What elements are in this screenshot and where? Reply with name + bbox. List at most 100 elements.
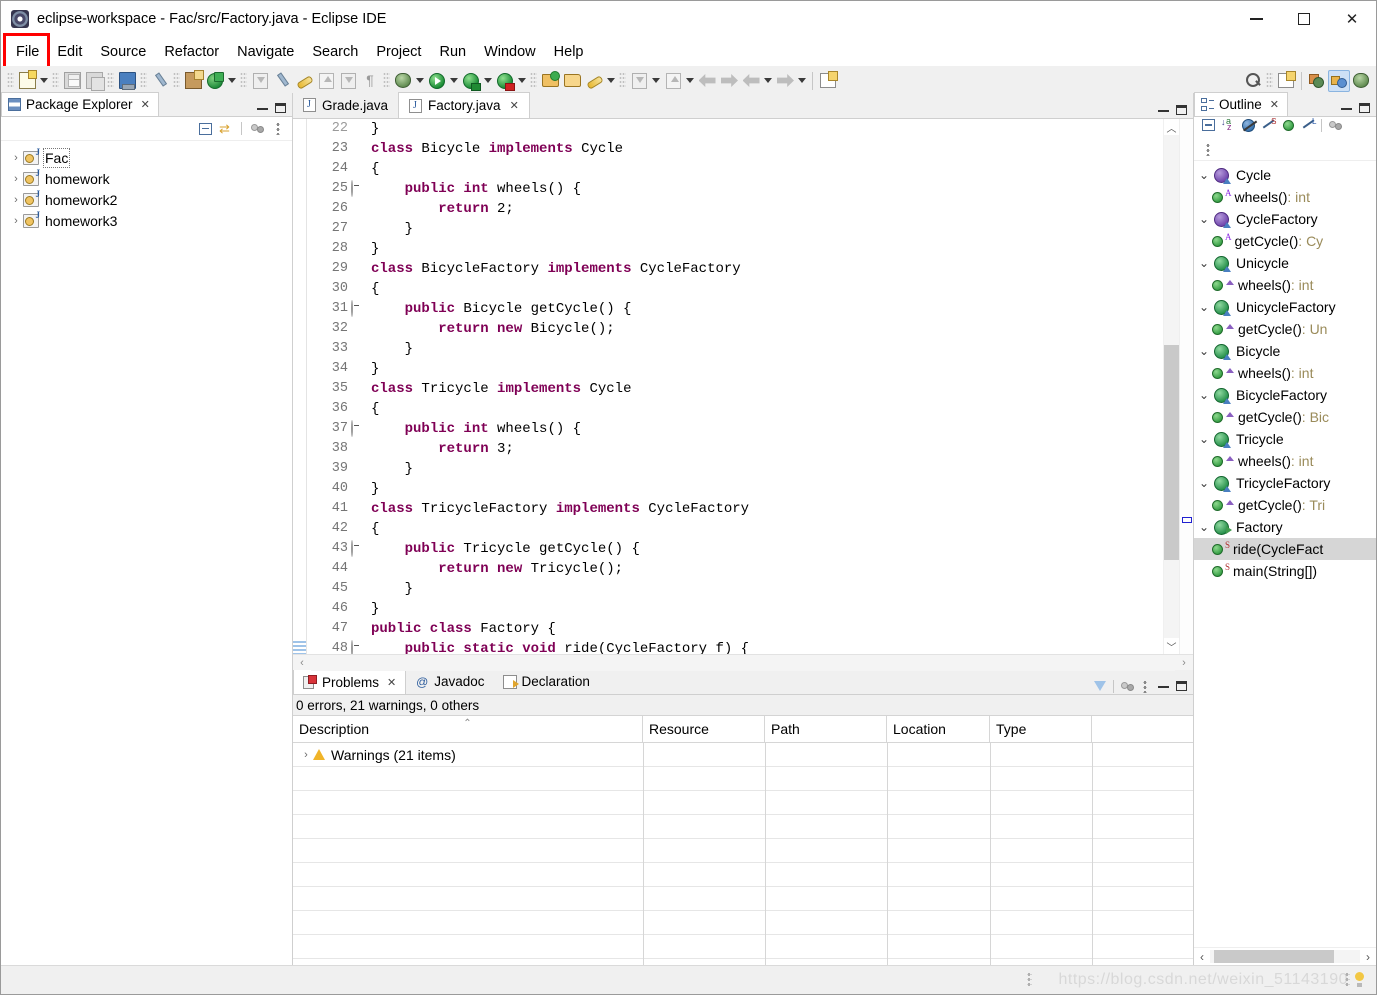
hide-nonpublic-icon[interactable] <box>1280 117 1296 133</box>
project-tree[interactable]: › Fac › homework › homework2 › h <box>1 141 292 965</box>
new-java-class-icon[interactable] <box>204 70 226 92</box>
previous-annotation-icon[interactable] <box>696 70 718 92</box>
overview-ruler[interactable] <box>1179 119 1193 654</box>
outline-type-row[interactable]: ⌄ BicycleFactory <box>1194 384 1376 406</box>
debug-dropdown-icon[interactable] <box>414 70 426 92</box>
twisty-icon[interactable]: ⌄ <box>1194 168 1214 182</box>
hide-fields-icon[interactable] <box>1240 117 1257 133</box>
toolbar-grip[interactable] <box>240 72 247 89</box>
menu-source[interactable]: Source <box>91 41 155 63</box>
tree-item-homework[interactable]: › homework <box>1 168 292 189</box>
outline-member-row[interactable]: getCycle() : Tri <box>1194 494 1376 516</box>
code-line[interactable]: return 3; <box>371 439 1163 459</box>
twisty-icon[interactable]: ⌄ <box>1194 432 1214 446</box>
column-header-path[interactable]: Path <box>765 716 887 742</box>
code-line[interactable]: } <box>371 339 1163 359</box>
code-line[interactable]: } <box>371 359 1163 379</box>
code-line[interactable]: class BicycleFactory implements CycleFac… <box>371 259 1163 279</box>
tab-declaration[interactable]: Declaration <box>494 669 599 694</box>
maximize-icon[interactable] <box>1173 102 1189 118</box>
outline-type-row[interactable]: ⌄ TricycleFactory <box>1194 472 1376 494</box>
minimize-icon[interactable] <box>1155 678 1171 694</box>
editor-horizontal-scrollbar[interactable]: ‹ › <box>293 654 1193 671</box>
link-with-editor-icon[interactable]: ⇄ <box>218 121 234 137</box>
maximize-icon[interactable] <box>1173 678 1189 694</box>
outline-type-row[interactable]: ⌄ CycleFactory <box>1194 208 1376 230</box>
import-icon[interactable] <box>628 70 650 92</box>
twisty-icon[interactable]: › <box>9 194 23 206</box>
twisty-icon[interactable]: › <box>9 152 23 164</box>
folding-ruler[interactable] <box>351 119 367 657</box>
import-dropdown-icon[interactable] <box>650 70 662 92</box>
toggle-mark-occurrences-icon[interactable] <box>149 70 171 92</box>
tip-bulb-icon[interactable] <box>1353 972 1366 988</box>
code-line[interactable]: } <box>371 479 1163 499</box>
forward-dropdown-icon[interactable] <box>796 70 808 92</box>
menu-help[interactable]: Help <box>545 41 593 63</box>
run-icon[interactable] <box>426 70 448 92</box>
menu-edit[interactable]: Edit <box>48 41 91 63</box>
warning-marker-icon[interactable] <box>293 419 306 439</box>
toolbar-grip[interactable] <box>52 72 59 89</box>
menu-window[interactable]: Window <box>475 41 545 63</box>
close-icon[interactable]: ✕ <box>387 676 396 689</box>
outline-member-row[interactable]: Smain(String[]) <box>1194 560 1376 582</box>
scroll-thumb[interactable] <box>1214 950 1334 963</box>
scroll-left-icon[interactable]: ‹ <box>1194 950 1210 964</box>
toolbar-grip[interactable] <box>619 72 626 89</box>
close-button[interactable]: ✕ <box>1328 1 1376 37</box>
twisty-icon[interactable]: ⌄ <box>1194 212 1214 226</box>
code-line[interactable]: return 2; <box>371 199 1163 219</box>
twisty-icon[interactable]: ⌄ <box>1194 256 1214 270</box>
maximize-icon[interactable] <box>1356 100 1372 116</box>
code-line[interactable]: public int wheels() { <box>371 419 1163 439</box>
editor-vertical-scrollbar[interactable]: ︿ ﹀ <box>1163 119 1179 654</box>
outline-member-row[interactable]: Sride(CycleFact <box>1194 538 1376 560</box>
view-menu-icon[interactable] <box>249 121 265 137</box>
maximize-icon[interactable] <box>272 100 288 116</box>
scroll-right-icon[interactable]: › <box>1175 657 1193 669</box>
fold-toggle-icon[interactable] <box>351 299 367 319</box>
tree-item-homework3[interactable]: › homework3 <box>1 210 292 231</box>
tab-factory-java[interactable]: Factory.java ✕ <box>398 92 530 118</box>
outline-member-row[interactable]: wheels() : int <box>1194 274 1376 296</box>
warning-marker-icon[interactable] <box>293 539 306 559</box>
coverage-dropdown-icon[interactable] <box>516 70 528 92</box>
code-line[interactable]: } <box>371 599 1163 619</box>
menu-refactor[interactable]: Refactor <box>155 41 228 63</box>
overview-marker[interactable] <box>1182 517 1192 523</box>
code-line[interactable]: class TricycleFactory implements CycleFa… <box>371 499 1163 519</box>
column-header-location[interactable]: Location <box>887 716 990 742</box>
twisty-icon[interactable]: › <box>299 749 313 761</box>
code-line[interactable]: class Tricycle implements Cycle <box>371 379 1163 399</box>
status-menu-icon[interactable] <box>1345 972 1350 988</box>
code-line[interactable]: } <box>371 579 1163 599</box>
tab-package-explorer[interactable]: Package Explorer ✕ <box>1 92 159 116</box>
rocket-icon[interactable] <box>583 70 605 92</box>
fold-toggle-icon[interactable] <box>351 539 367 559</box>
outline-member-row[interactable]: getCycle() : Bic <box>1194 406 1376 428</box>
toolbar-grip[interactable] <box>140 72 147 89</box>
menu-file[interactable]: File <box>2 32 51 70</box>
external-tools-icon[interactable] <box>315 70 337 92</box>
toolbar-grip[interactable] <box>530 72 537 89</box>
perspective-package-icon[interactable] <box>1306 70 1328 92</box>
save-all-icon[interactable] <box>83 70 105 92</box>
new-java-class-dropdown-icon[interactable] <box>226 70 238 92</box>
run-config-dropdown-icon[interactable] <box>482 70 494 92</box>
twisty-icon[interactable]: › <box>9 173 23 185</box>
outline-tree[interactable]: ⌄ Cycle Awheels() : int ⌄ CycleFactory AgetCy… <box>1194 161 1376 947</box>
open-folder-icon[interactable] <box>561 70 583 92</box>
code-line[interactable]: { <box>371 399 1163 419</box>
minimize-icon[interactable] <box>270 121 286 137</box>
minimize-icon[interactable] <box>1155 102 1171 118</box>
menu-run[interactable]: Run <box>430 41 475 63</box>
rocket-dropdown-icon[interactable] <box>605 70 617 92</box>
code-line[interactable]: public Tricycle getCycle() { <box>371 539 1163 559</box>
menu-project[interactable]: Project <box>367 41 430 63</box>
scroll-left-icon[interactable]: ‹ <box>293 657 311 669</box>
outline-member-row[interactable]: wheels() : int <box>1194 362 1376 384</box>
outline-member-row[interactable]: Awheels() : int <box>1194 186 1376 208</box>
breakpoint-marker-icon[interactable] <box>293 559 306 579</box>
code-line[interactable]: } <box>371 219 1163 239</box>
